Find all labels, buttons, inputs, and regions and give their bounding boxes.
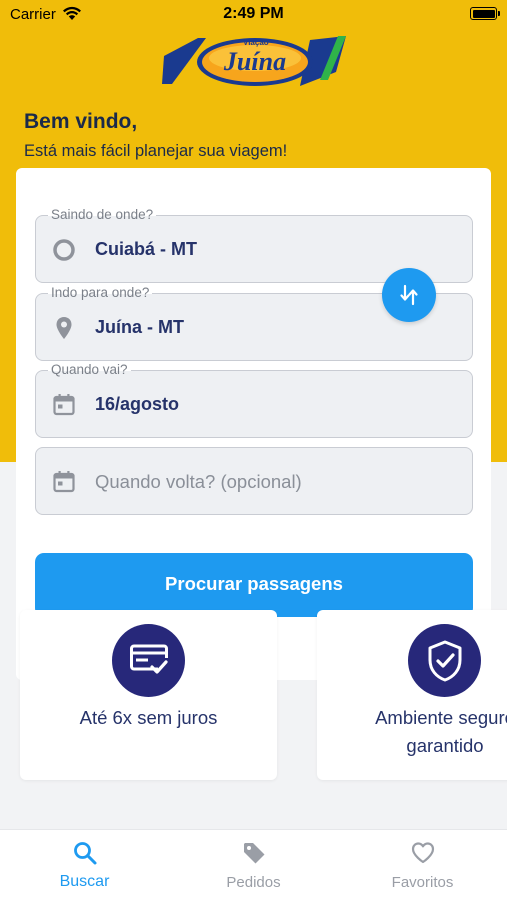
tab-pedidos[interactable]: Pedidos xyxy=(169,830,338,900)
return-placeholder: Quando volta? (opcional) xyxy=(95,471,302,492)
carrier-label: Carrier xyxy=(10,6,56,23)
origin-value: Cuiabá - MT xyxy=(95,239,197,259)
destination-label: Indo para onde? xyxy=(48,285,153,300)
tab-favoritos-label: Favoritos xyxy=(391,874,454,891)
greeting-subtitle: Está mais fácil planejar sua viagem! xyxy=(24,142,288,160)
secure-environment-card: Ambiente seguro garantido xyxy=(317,610,507,780)
wifi-icon xyxy=(63,6,81,20)
bottom-tab-bar: Buscar Pedidos Favoritos xyxy=(0,829,507,900)
greeting-title: Bem vindo, xyxy=(24,110,138,133)
swap-arrows-icon xyxy=(400,284,418,306)
calendar-icon xyxy=(53,471,75,493)
card-check-icon xyxy=(112,624,185,697)
tag-icon xyxy=(244,843,265,864)
destination-value: Juína - MT xyxy=(95,317,184,337)
logo-small-text: Viação xyxy=(243,38,269,47)
return-date-field[interactable]: Quando volta? (opcional) xyxy=(35,447,473,515)
logo-brand-text: Juína xyxy=(223,47,286,76)
installments-card: Até 6x sem juros xyxy=(20,610,277,780)
heart-icon xyxy=(411,842,435,864)
tab-favoritos[interactable]: Favoritos xyxy=(338,830,507,900)
installments-text: Até 6x sem juros xyxy=(79,707,218,728)
departure-label: Quando vai? xyxy=(48,362,131,377)
shield-check-icon xyxy=(408,624,481,697)
search-icon xyxy=(74,842,97,865)
departure-date-field[interactable]: Quando vai? 16/agosto xyxy=(35,362,473,438)
battery-icon xyxy=(470,7,500,20)
status-bar: Carrier 2:49 PM xyxy=(0,0,507,28)
origin-circle-icon xyxy=(53,239,75,261)
calendar-icon xyxy=(53,394,75,416)
swap-cities-button[interactable] xyxy=(382,268,436,322)
tab-pedidos-label: Pedidos xyxy=(226,874,281,891)
search-tickets-button[interactable]: Procurar passagens xyxy=(35,553,473,617)
origin-label: Saindo de onde? xyxy=(48,207,157,222)
departure-value: 16/agosto xyxy=(95,394,180,414)
tab-buscar[interactable]: Buscar xyxy=(0,830,169,900)
secure-text: Ambiente seguro garantido xyxy=(375,707,507,756)
tab-buscar-label: Buscar xyxy=(59,873,110,890)
search-form-card: Saindo de onde? Cuiabá - MT Indo para on… xyxy=(16,168,491,680)
location-pin-icon xyxy=(56,317,72,339)
viacao-juina-logo: Viação Juína xyxy=(162,36,346,86)
